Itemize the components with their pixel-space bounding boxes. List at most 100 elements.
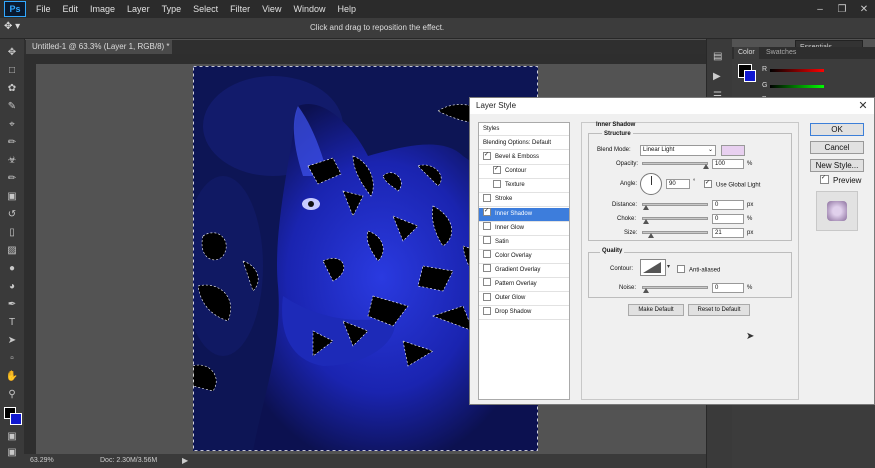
style-item-checkbox[interactable] [483,278,491,287]
menu-help[interactable]: Help [331,4,362,14]
color-panel-background-swatch[interactable] [744,70,756,82]
style-item[interactable]: Contour [479,165,569,180]
choke-input[interactable]: 0 [712,214,744,224]
style-item[interactable]: Inner Shadow [479,207,569,222]
angle-input[interactable]: 90 [666,179,690,189]
blur-icon[interactable]: ● [5,263,19,275]
style-item[interactable]: Texture [479,179,569,194]
style-item[interactable]: Bevel & Emboss [479,151,569,166]
eyedropper-icon[interactable]: ✏ [5,137,19,149]
style-item-checkbox[interactable] [483,264,491,273]
size-slider-thumb[interactable] [648,233,655,238]
style-item-checkbox[interactable] [483,236,491,245]
lasso-icon[interactable]: ✿ [5,83,19,95]
anti-aliased-checkbox[interactable] [677,265,685,273]
style-item-checkbox[interactable] [483,222,491,231]
style-item-checkbox[interactable] [483,292,491,301]
style-item[interactable]: Color Overlay [479,250,569,264]
global-light-checkbox-wrap[interactable]: Use Global Light [700,180,760,189]
move-tool-icon[interactable]: ✥ ▾ [4,21,28,35]
ok-button[interactable]: OK [810,123,864,136]
style-item[interactable]: Gradient Overlay [479,264,569,278]
distance-slider[interactable] [642,203,708,210]
menu-select[interactable]: Select [187,4,224,14]
preview-checkbox[interactable] [820,175,829,185]
blend-mode-select[interactable]: Linear Light ⌄ [640,145,716,156]
menu-view[interactable]: View [256,4,287,14]
dialog-close-icon[interactable]: ✕ [856,99,870,113]
style-item-checkbox[interactable] [483,193,491,202]
menu-edit[interactable]: Edit [57,4,85,14]
menu-type[interactable]: Type [156,4,188,14]
style-item[interactable]: Outer Glow [479,292,569,307]
history-brush-icon[interactable]: ↺ [5,209,19,221]
style-item-checkbox[interactable] [483,207,491,216]
style-item-checkbox[interactable] [493,165,501,174]
quick-select-icon[interactable]: ✎ [5,101,19,113]
eraser-icon[interactable]: ▯ [5,227,19,239]
shadow-color-swatch[interactable] [721,145,745,156]
restore-icon[interactable]: ❐ [831,0,853,18]
styles-header[interactable]: Styles [479,123,569,136]
menu-window[interactable]: Window [287,4,331,14]
actions-play-icon[interactable]: ▶ [713,71,721,82]
brush-icon[interactable]: ✏ [5,173,19,185]
style-item-checkbox[interactable] [483,306,491,315]
new-style-button[interactable]: New Style... [810,159,864,172]
tab-swatches[interactable]: Swatches [762,47,800,59]
status-arrow-icon[interactable]: ▶ [182,456,188,465]
menu-layer[interactable]: Layer [121,4,156,14]
anti-aliased-checkbox-wrap[interactable]: Anti-aliased [673,265,720,274]
channel-r-slider[interactable] [770,69,824,72]
opacity-slider[interactable] [642,162,709,169]
background-color-swatch[interactable] [10,413,22,425]
style-item[interactable]: Drop Shadow [479,306,569,321]
size-slider[interactable] [642,231,708,238]
menu-filter[interactable]: Filter [224,4,256,14]
history-panel-icon[interactable]: ▤ [713,51,722,62]
minimize-icon[interactable]: – [809,0,831,18]
size-input[interactable]: 21 [712,228,744,238]
clone-stamp-icon[interactable]: ▣ [5,191,19,203]
reset-to-default-button[interactable]: Reset to Default [688,304,750,316]
shape-icon[interactable]: ▫ [5,353,19,365]
make-default-button[interactable]: Make Default [628,304,684,316]
tab-color[interactable]: Color [734,47,759,59]
close-window-icon[interactable]: ✕ [853,0,875,18]
angle-dial[interactable] [640,173,662,195]
channel-g-slider[interactable] [770,85,824,88]
quick-mask-icon[interactable]: ▣ [5,431,19,443]
dodge-icon[interactable]: ◕ [5,281,19,293]
zoom-level[interactable]: 63.29% [30,457,54,464]
distance-slider-thumb[interactable] [643,205,649,210]
hand-icon[interactable]: ✋ [5,371,19,383]
noise-slider[interactable] [642,286,708,293]
style-item[interactable]: Stroke [479,193,569,208]
cancel-button[interactable]: Cancel [810,141,864,154]
marquee-icon[interactable]: □ [5,65,19,77]
document-tab[interactable]: Untitled-1 @ 63.3% (Layer 1, RGB/8) * × [26,40,172,65]
pen-icon[interactable]: ✒ [5,299,19,311]
preview-checkbox-wrap[interactable]: Preview [816,175,861,185]
style-item-checkbox[interactable] [493,179,501,188]
distance-input[interactable]: 0 [712,200,744,210]
opacity-input[interactable]: 100 [712,159,744,169]
style-item-checkbox[interactable] [483,250,491,259]
menu-file[interactable]: File [30,4,57,14]
choke-slider[interactable] [642,217,708,224]
choke-slider-thumb[interactable] [643,219,649,224]
noise-input[interactable]: 0 [712,283,744,293]
menu-image[interactable]: Image [84,4,121,14]
contour-picker[interactable] [640,259,666,276]
zoom-icon[interactable]: ⚲ [5,389,19,401]
global-light-checkbox[interactable] [704,180,712,188]
style-item-checkbox[interactable] [483,151,491,160]
style-item[interactable]: Blending Options: Default [479,137,569,150]
noise-slider-thumb[interactable] [643,288,649,293]
opacity-slider-thumb[interactable] [703,164,709,169]
healing-brush-icon[interactable]: ☣ [5,155,19,167]
style-item[interactable]: Satin [479,236,569,250]
type-icon[interactable]: T [5,317,19,329]
screen-mode-icon[interactable]: ▣ [5,447,19,459]
contour-dropdown-icon[interactable]: ▾ [667,263,670,270]
